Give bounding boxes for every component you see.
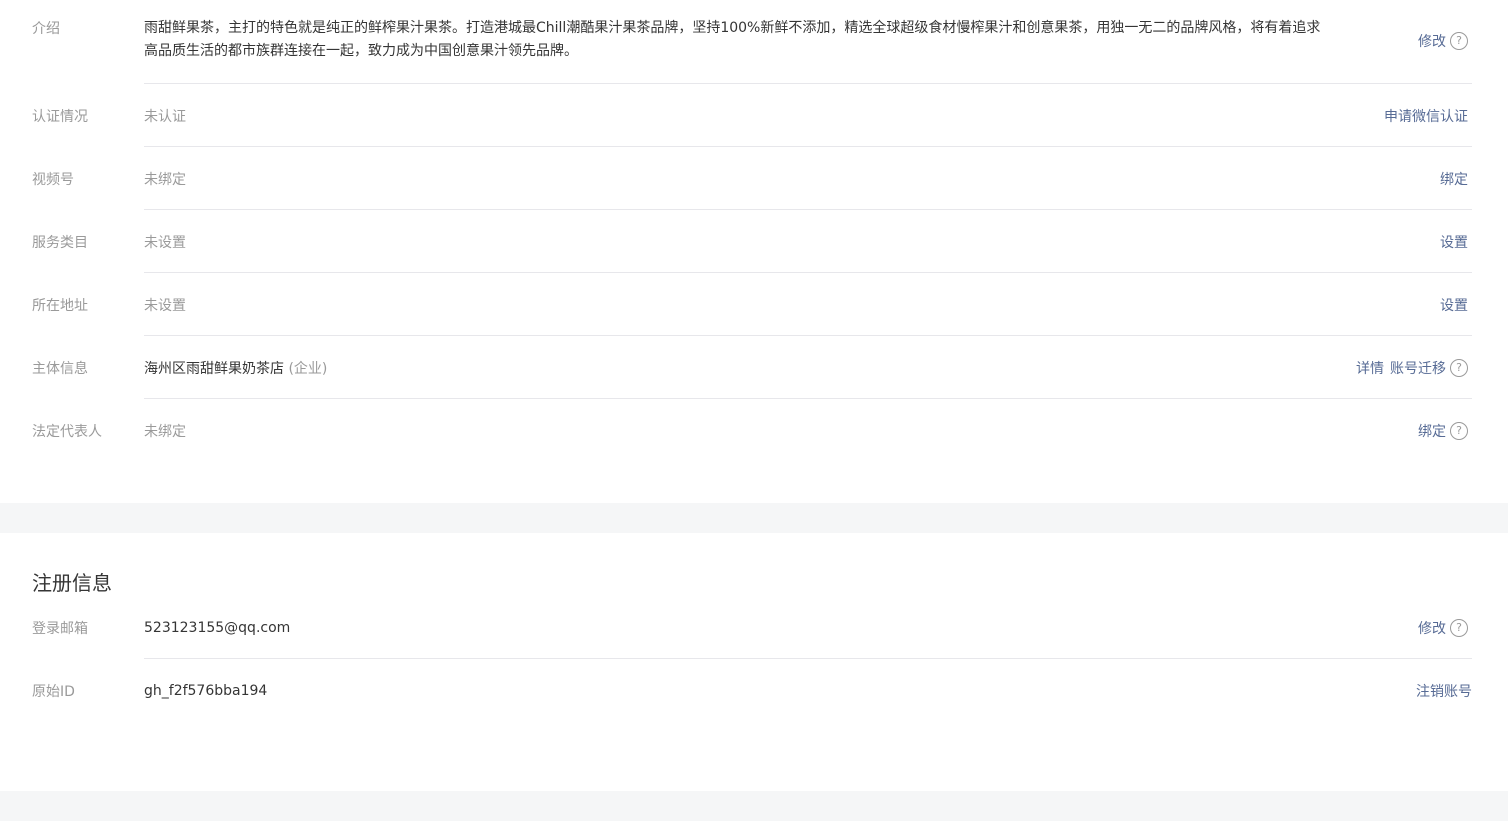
help-icon[interactable]: ? [1450,32,1468,50]
intro-label: 介绍 [32,21,60,37]
login-email-actions: 修改 ? [1418,618,1472,638]
edit-email-link[interactable]: 修改 [1418,618,1446,638]
login-email-value: 523123155@qq.com [144,619,291,636]
legal-rep-value: 未绑定 [144,423,186,440]
service-category-label: 服务类目 [32,234,88,251]
entity-info-actions: 详情 账号迁移 ? [1356,358,1472,378]
verification-row: 认证情况 未认证 申请微信认证 [32,84,1472,147]
entity-info-label: 主体信息 [32,360,88,377]
intro-value: 雨甜鲜果茶，主打的特色就是纯正的鲜榨果汁果茶。打造港城最Chill潮酷果汁果茶品… [144,20,1321,59]
address-row: 所在地址 未设置 设置 [32,273,1472,336]
legal-rep-actions: 绑定 ? [1418,421,1472,441]
channels-value: 未绑定 [144,171,186,188]
set-address-link[interactable]: 设置 [1440,295,1468,315]
edit-intro-link[interactable]: 修改 [1418,31,1446,51]
service-category-row: 服务类目 未设置 设置 [32,210,1472,273]
bind-legal-rep-link[interactable]: 绑定 [1418,421,1446,441]
verification-actions: 申请微信认证 [1384,106,1472,126]
help-icon[interactable]: ? [1450,421,1468,440]
bind-channels-link[interactable]: 绑定 [1440,169,1468,189]
set-service-category-link[interactable]: 设置 [1440,232,1468,252]
register-info-panel: 注册信息 登录邮箱 523123155@qq.com 修改 ? 原始ID gh_… [0,533,1508,791]
verification-label: 认证情况 [32,108,88,125]
deactivate-account-link[interactable]: 注销账号 [1416,681,1472,701]
help-icon[interactable]: ? [1450,618,1468,637]
intro-actions: 修改 ? [1418,0,1472,51]
address-value: 未设置 [144,297,186,314]
address-label: 所在地址 [32,297,88,314]
login-email-row: 登录邮箱 523123155@qq.com 修改 ? [32,596,1472,659]
channels-actions: 绑定 [1440,169,1472,189]
legal-rep-label: 法定代表人 [32,423,102,440]
channels-label: 视频号 [32,171,74,188]
service-category-actions: 设置 [1440,232,1472,252]
address-actions: 设置 [1440,295,1472,315]
service-category-value: 未设置 [144,234,186,251]
entity-details-link[interactable]: 详情 [1356,358,1384,378]
entity-type: (企业) [288,360,328,377]
apply-verification-link[interactable]: 申请微信认证 [1384,106,1468,126]
account-migration-link[interactable]: 账号迁移 [1390,358,1446,378]
legal-rep-row: 法定代表人 未绑定 绑定 ? [32,399,1472,462]
entity-name: 海州区雨甜鲜果奶茶店 [144,360,284,377]
login-email-label: 登录邮箱 [32,620,88,637]
help-icon[interactable]: ? [1450,358,1468,377]
verification-value: 未认证 [144,108,186,125]
entity-info-value: 海州区雨甜鲜果奶茶店 (企业) [144,358,1356,378]
original-id-row: 原始ID gh_f2f576bba194 注销账号 [32,659,1472,722]
basic-info-panel: 介绍 雨甜鲜果茶，主打的特色就是纯正的鲜榨果汁果茶。打造港城最Chill潮酷果汁… [0,0,1508,503]
entity-info-row: 主体信息 海州区雨甜鲜果奶茶店 (企业) 详情 账号迁移 ? [32,336,1472,399]
original-id-label: 原始ID [32,683,75,700]
intro-row: 介绍 雨甜鲜果茶，主打的特色就是纯正的鲜榨果汁果茶。打造港城最Chill潮酷果汁… [32,0,1472,84]
original-id-actions: 注销账号 [1416,681,1472,701]
original-id-value: gh_f2f576bba194 [144,682,268,699]
channels-row: 视频号 未绑定 绑定 [32,147,1472,210]
